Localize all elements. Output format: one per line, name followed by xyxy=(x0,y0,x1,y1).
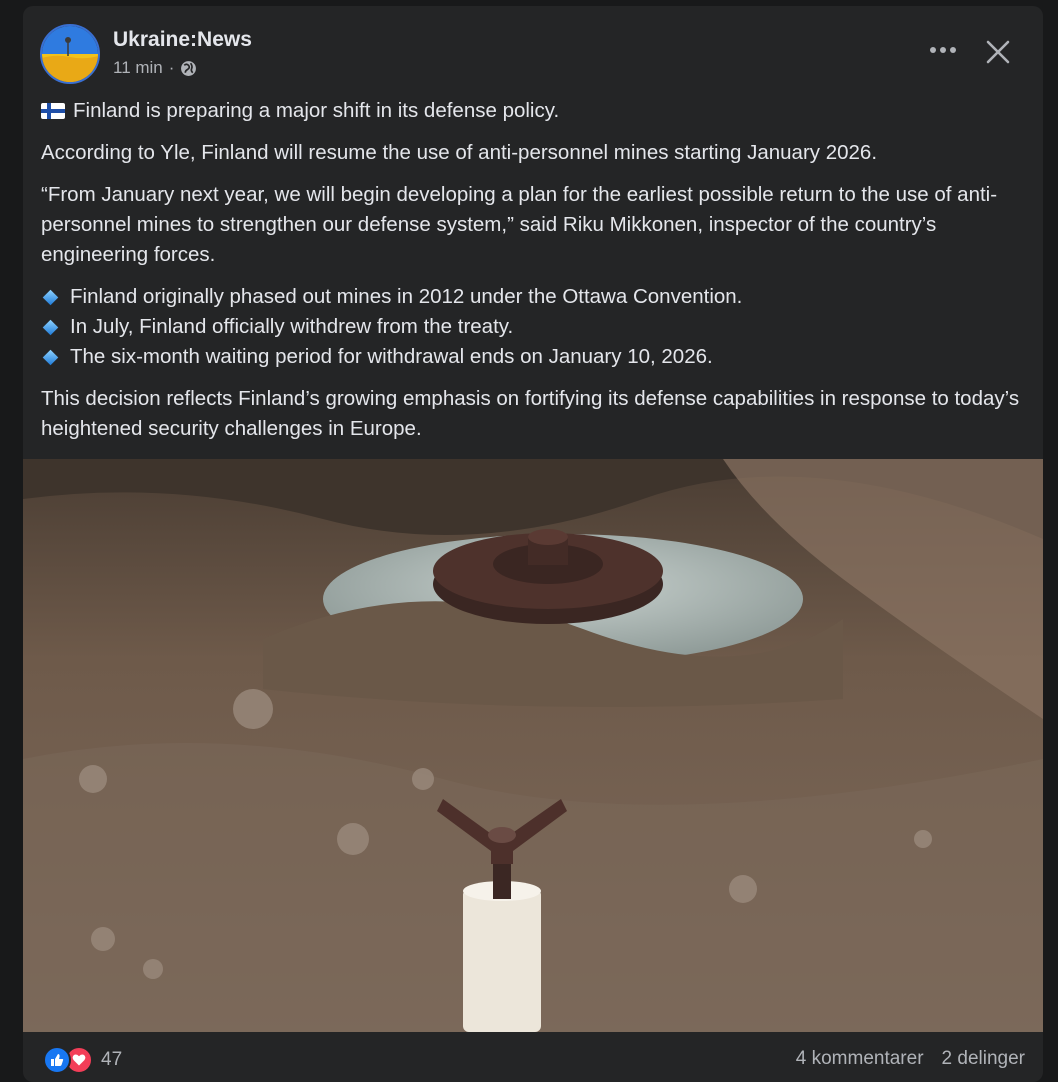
bullet-text: Finland originally phased out mines in 2… xyxy=(70,285,743,308)
globe-icon xyxy=(181,60,197,76)
blue-diamond-icon xyxy=(42,349,59,365)
page-avatar[interactable] xyxy=(40,24,100,84)
meta-separator: · xyxy=(168,58,175,77)
post-footer: 47 4 kommentarer 2 delinger xyxy=(23,1032,1043,1082)
bullet-text: The six-month waiting period for withdra… xyxy=(70,345,713,368)
finland-flag-icon xyxy=(41,103,65,119)
engagement-counts: 4 kommentarer 2 delinger xyxy=(796,1048,1025,1070)
more-options-button[interactable] xyxy=(923,32,963,68)
post-lead: Finland is preparing a major shift in it… xyxy=(41,96,1026,126)
reaction-count: 47 xyxy=(101,1049,123,1070)
close-icon xyxy=(986,40,1010,64)
page-name[interactable]: Ukraine:News xyxy=(113,28,252,52)
avatar-image xyxy=(42,26,98,82)
bullet-text: In July, Finland officially withdrew fro… xyxy=(70,315,514,338)
post-meta: 11 min · xyxy=(113,58,197,78)
reaction-summary[interactable]: 47 xyxy=(43,1046,122,1074)
lead-text: Finland is preparing a major shift in it… xyxy=(73,99,560,122)
like-icon xyxy=(43,1046,71,1074)
post-photo[interactable] xyxy=(23,459,1043,1032)
close-button[interactable] xyxy=(978,32,1018,72)
shares-link[interactable]: 2 delinger xyxy=(942,1048,1025,1070)
more-dots-icon xyxy=(930,47,956,53)
blue-diamond-icon xyxy=(42,289,59,305)
list-item: Finland originally phased out mines in 2… xyxy=(41,282,1026,312)
post-header: Ukraine:News 11 min · xyxy=(23,6,1043,96)
blue-diamond-icon xyxy=(42,319,59,335)
post-card: Ukraine:News 11 min · Finland is prepari… xyxy=(23,6,1043,1082)
list-item: In July, Finland officially withdrew fro… xyxy=(41,312,1026,342)
paragraph-3: This decision reflects Finland’s growing… xyxy=(41,387,1020,440)
comments-link[interactable]: 4 kommentarer xyxy=(796,1048,924,1070)
paragraph-2: “From January next year, we will begin d… xyxy=(41,183,998,266)
paragraph-1: According to Yle, Finland will resume th… xyxy=(41,141,878,164)
post-time[interactable]: 11 min xyxy=(113,58,163,78)
landmine-photo xyxy=(23,459,1043,1032)
bullet-list: Finland originally phased out mines in 2… xyxy=(41,282,1026,372)
post-text: Finland is preparing a major shift in it… xyxy=(41,96,1026,456)
list-item: The six-month waiting period for withdra… xyxy=(41,342,1026,372)
